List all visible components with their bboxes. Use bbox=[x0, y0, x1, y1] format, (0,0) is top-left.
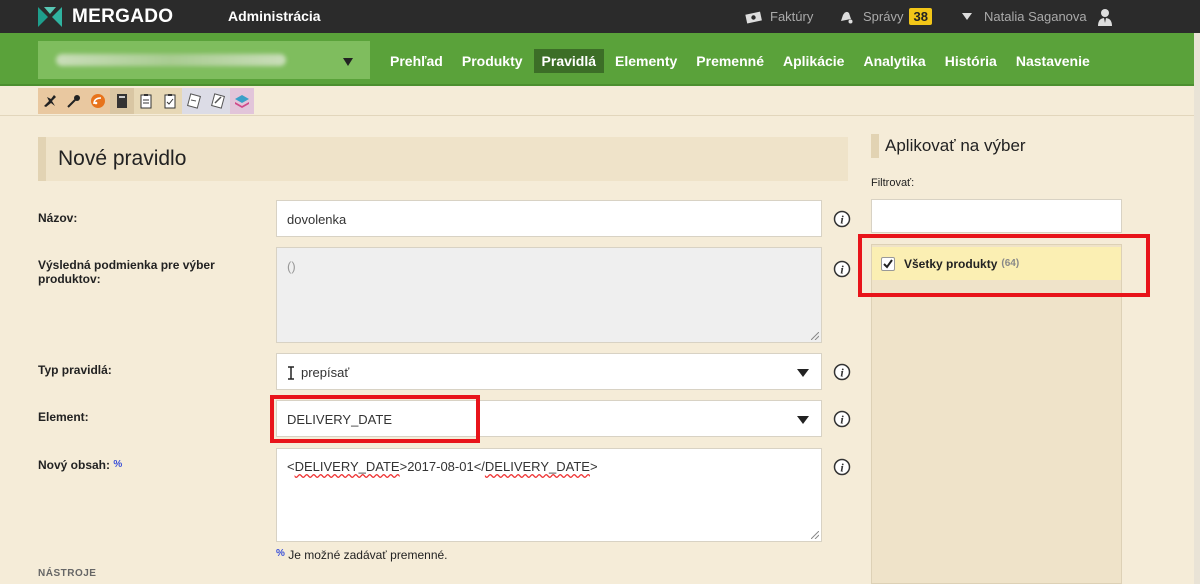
nav-products[interactable]: Produkty bbox=[454, 49, 531, 73]
condition-textarea[interactable]: () bbox=[276, 247, 822, 343]
rules-toolbar bbox=[38, 88, 254, 114]
main-navigation-bar: Prehľad Produkty Pravidlá Elementy Preme… bbox=[0, 33, 1200, 86]
gear-wrench-icon[interactable] bbox=[38, 88, 62, 114]
page-title: Nové pravidlo bbox=[58, 147, 187, 170]
brand-name: MERGADO bbox=[72, 6, 174, 27]
layers-icon[interactable] bbox=[230, 88, 254, 114]
nav-elements[interactable]: Elementy bbox=[607, 49, 685, 73]
name-label: Názov: bbox=[38, 211, 78, 225]
new-content-value: <DELIVERY_DATE>2017-08-01</DELIVERY_DATE… bbox=[287, 459, 598, 474]
info-icon[interactable]: i bbox=[833, 260, 851, 278]
clipboard-icon[interactable] bbox=[134, 88, 158, 114]
condition-value: () bbox=[287, 259, 296, 274]
chevron-down-icon bbox=[962, 13, 972, 20]
scrollbar[interactable] bbox=[1194, 33, 1200, 584]
section-title[interactable]: Administrácia bbox=[228, 8, 321, 24]
money-icon bbox=[745, 11, 762, 24]
variables-hint: % Je možné zadávať premenné. bbox=[276, 548, 448, 562]
condition-label: Výsledná podmienka pre výber produktov: bbox=[38, 258, 215, 286]
type-select-value: prepísať bbox=[301, 365, 350, 380]
nav-tabs: Prehľad Produkty Pravidlá Elementy Preme… bbox=[382, 49, 1101, 73]
nav-rules[interactable]: Pravidlá bbox=[533, 49, 605, 73]
toolbar-divider bbox=[0, 115, 1200, 116]
book-icon[interactable] bbox=[110, 88, 134, 114]
clipboard-check-icon[interactable] bbox=[158, 88, 182, 114]
nav-history[interactable]: História bbox=[937, 49, 1005, 73]
mergado-logo-icon bbox=[38, 7, 62, 27]
note-pencil-icon[interactable] bbox=[206, 88, 230, 114]
bell-icon bbox=[841, 11, 853, 23]
top-bar: MERGADO Administrácia Faktúry Správy 38 … bbox=[0, 0, 1200, 33]
content-label-text: Nový obsah: bbox=[38, 458, 111, 472]
filter-label: Filtrovať: bbox=[871, 177, 915, 189]
element-label: Element: bbox=[38, 410, 89, 424]
name-input-value: dovolenka bbox=[287, 212, 347, 227]
info-icon[interactable]: i bbox=[833, 458, 851, 476]
apply-panel-title: Aplikovať na výber bbox=[885, 136, 1026, 155]
messages-label: Správy bbox=[863, 9, 904, 24]
variable-percent-icon: % bbox=[113, 459, 123, 470]
nav-apps[interactable]: Aplikácie bbox=[775, 49, 852, 73]
shop-selector[interactable] bbox=[38, 41, 370, 79]
user-avatar-icon bbox=[1097, 8, 1112, 26]
nav-settings[interactable]: Nastavenie bbox=[1008, 49, 1098, 73]
type-label: Typ pravidlá: bbox=[38, 363, 112, 377]
user-name: Natalia Saganova bbox=[984, 9, 1087, 24]
invoices-label: Faktúry bbox=[770, 9, 814, 24]
nav-analytics[interactable]: Analytika bbox=[855, 49, 933, 73]
info-icon[interactable]: i bbox=[833, 210, 851, 228]
caret-down-icon bbox=[343, 58, 353, 66]
type-select[interactable]: prepísať bbox=[276, 353, 822, 390]
mergado-logo[interactable]: MERGADO bbox=[38, 6, 173, 28]
name-input[interactable]: dovolenka bbox=[276, 200, 822, 237]
variable-percent-icon: % bbox=[276, 548, 285, 559]
invoices-link[interactable]: Faktúry bbox=[745, 0, 813, 33]
content-label: Nový obsah: % bbox=[38, 458, 122, 472]
shop-selector-value bbox=[56, 54, 286, 66]
nav-variables[interactable]: Premenné bbox=[688, 49, 772, 73]
messages-link[interactable]: Správy 38 bbox=[838, 0, 932, 33]
info-icon[interactable]: i bbox=[833, 410, 851, 428]
key-icon[interactable] bbox=[62, 88, 86, 114]
filter-input[interactable] bbox=[871, 199, 1122, 233]
highlight-all-products bbox=[858, 234, 1150, 297]
resize-handle-icon[interactable] bbox=[811, 332, 819, 340]
page-header: Nové pravidlo bbox=[38, 137, 848, 181]
messages-count-badge: 38 bbox=[909, 8, 932, 25]
rss-icon[interactable] bbox=[86, 88, 110, 114]
caret-down-icon bbox=[797, 416, 809, 424]
highlight-element-field bbox=[270, 395, 480, 443]
apply-panel-header: Aplikovať na výber bbox=[871, 134, 1151, 158]
tools-section-label: NÁSTROJE bbox=[38, 568, 97, 579]
user-menu[interactable]: Natalia Saganova bbox=[962, 0, 1113, 33]
nav-overview[interactable]: Prehľad bbox=[382, 49, 451, 73]
info-icon[interactable]: i bbox=[833, 363, 851, 381]
caret-down-icon bbox=[797, 369, 809, 377]
overwrite-icon bbox=[288, 365, 294, 380]
variables-hint-text: Je možné zadávať premenné. bbox=[288, 548, 448, 562]
resize-handle-icon[interactable] bbox=[811, 531, 819, 539]
note-icon[interactable] bbox=[182, 88, 206, 114]
new-content-textarea[interactable]: <DELIVERY_DATE>2017-08-01</DELIVERY_DATE… bbox=[276, 448, 822, 542]
